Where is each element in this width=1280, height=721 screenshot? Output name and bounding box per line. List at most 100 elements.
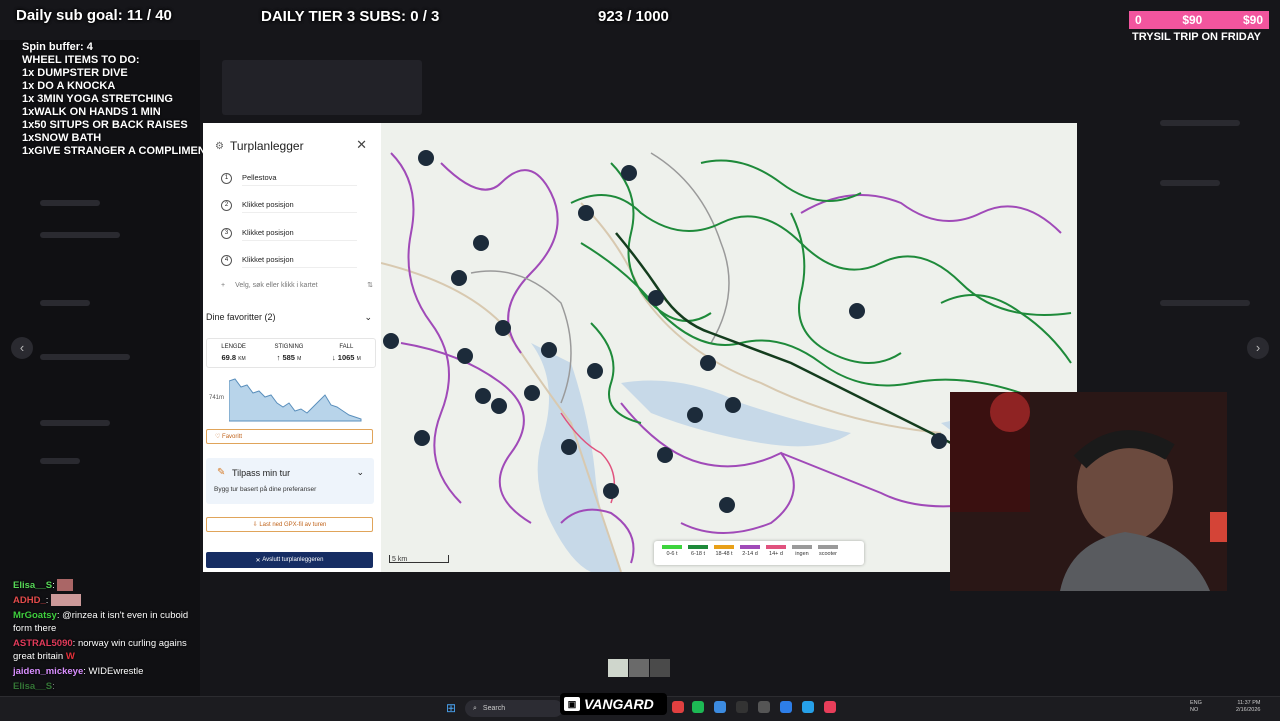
legend-item: 2-14 d [740,545,760,557]
elevation-profile [229,378,362,422]
trail-green [940,294,1072,364]
thumbnail[interactable] [650,659,670,677]
thumbnail-strip[interactable] [608,659,670,677]
app-icon[interactable] [714,701,726,713]
goal-caption: TRYSIL TRIP ON FRIDAY [1132,31,1261,43]
next-arrow-icon[interactable]: › [1247,337,1269,359]
legend-swatch [818,545,838,549]
terminal-icon[interactable] [758,701,770,713]
stop-number: 4 [221,254,232,266]
customize-trip-card[interactable]: ✎ Tilpass min tur ⌄ Bygg tur basert på d… [206,458,374,504]
legend-item: 18-48 t [714,545,734,557]
poi-markers [383,150,947,513]
stat-label: LENGDE [221,344,246,350]
route-stop[interactable]: 3 Klikket posisjon [221,223,357,243]
end-planner-button[interactable]: ✕ Avslutt turplanleggeren [206,552,373,568]
stat-value: 69.8 [221,353,237,362]
thumbnail[interactable] [629,659,649,677]
plus-icon[interactable]: + [221,282,225,289]
vangard-logo: ▣ VANGARD [560,693,667,715]
edge-icon[interactable] [802,701,814,713]
app-icon[interactable] [824,701,836,713]
map-scale: 5 km [389,555,449,563]
stat-label: FALL [339,344,354,350]
wheel-line: 1xGIVE STRANGER A COMPLIMENT [22,145,213,157]
legend-swatch [766,545,786,549]
chevron-down-icon[interactable]: ⌄ [356,467,364,478]
chat-text: WIDEwrestle [88,666,144,677]
swap-icon[interactable]: ⇅ [367,281,373,289]
river-shape [531,343,621,572]
chat-message: ADHD_: [13,594,203,607]
app-icon[interactable] [672,701,684,713]
clock[interactable]: 11:37 PM 2/16/2026 [1236,700,1260,714]
route-stop[interactable]: 4 Klikket posisjon [221,250,357,270]
chat-username[interactable]: ASTRAL5090 [13,638,73,649]
legend-swatch [662,545,682,549]
taskbar-search[interactable]: ⌕ Search [465,700,563,717]
stop-number: 1 [221,172,232,184]
add-stop-input[interactable]: Velg, søk eller klikk i kartet [235,282,357,289]
stop-number: 3 [221,227,232,239]
legend-label: 14+ d [769,551,783,557]
chat-username[interactable]: Elisa__S [13,580,52,591]
legend-swatch [792,545,812,549]
customize-icon: ✎ [217,467,226,478]
stat-descent: FALL ↓ 1065 M [331,344,361,362]
background-line [40,354,130,360]
chat-message: Elisa__S: [13,579,203,592]
background-line [1160,180,1220,186]
background-line [1160,120,1240,126]
chat-message: jaiden_mickeye: WIDEwrestle [13,666,144,677]
end-label: Avslutt turplanleggeren [262,557,324,563]
webcam-image [950,392,1227,591]
progress-counter: 923 / 1000 [598,8,669,25]
customize-title: Tilpass min tur [232,468,291,478]
chat-username[interactable]: MrGoatsy [13,610,57,621]
route-stop[interactable]: 1 Pellestova [221,168,357,188]
previous-arrow-icon[interactable]: ‹ [11,337,33,359]
webcam-feed [950,392,1227,591]
daily-sub-goal: Daily sub goal: 11 / 40 [16,7,172,24]
wheel-line: 1x 3MIN YOGA STRETCHING [22,93,173,105]
app-icon[interactable] [780,701,792,713]
stop-field[interactable]: Klikket posisjon [242,252,357,268]
spotify-icon[interactable] [692,701,704,713]
chat-username[interactable]: ADHD_ [13,595,46,606]
background-line [40,232,120,238]
emote-icon [57,579,74,592]
route-stop[interactable]: 2 Klikket posisjon [221,195,357,215]
close-icon[interactable]: ✕ [356,137,367,153]
stop-field[interactable]: Pellestova [242,170,357,186]
legend-item: ingen [792,545,812,557]
download-gpx-button[interactable]: ⇩ Last ned GPX-fil av turen [206,517,373,532]
app-icon[interactable] [736,701,748,713]
language-indicator[interactable]: ENG NO [1190,700,1202,714]
lake-shape [621,380,851,447]
trip-planner-panel: ⚙ Turplanlegger ✕ 1 Pellestova 2 Klikket… [203,123,381,572]
goal-current: 0 [1135,13,1142,27]
map-legend: 0-6 t 6-18 t 18-48 t 2-14 d 14+ d ingen scoote… [654,541,864,565]
legend-label: 18-48 t [715,551,733,557]
trail-green [790,212,902,364]
thumbnail[interactable] [608,659,628,677]
search-label: Search [482,705,506,712]
stop-field[interactable]: Klikket posisjon [242,225,357,241]
chat-username[interactable]: Elisa__S [13,681,52,692]
chat-username[interactable]: jaiden_mickeye [13,666,83,677]
region: NO [1190,707,1199,713]
twitch-icon: ▣ [564,697,580,711]
favorite-label: Favoritt [222,433,243,440]
legend-swatch [714,545,734,549]
legend-item: 0-6 t [662,545,682,557]
wheel-line: Spin buffer: 4 [22,41,93,53]
panel-header: ⚙ Turplanlegger [215,139,304,153]
legend-label: 0-6 t [666,551,678,557]
add-stop-row[interactable]: + Velg, søk eller klikk i kartet ⇅ [221,281,373,290]
favorites-dropdown[interactable]: Dine favoritter (2) ⌄ [206,312,372,323]
favorite-button[interactable]: ♡ Favoritt [206,429,373,444]
wheel-line: 1xSNOW BATH [22,132,102,144]
windows-start-icon[interactable]: ⊞ [446,702,458,714]
time: 11:37 PM [1237,700,1261,706]
stop-field[interactable]: Klikket posisjon [242,197,357,213]
